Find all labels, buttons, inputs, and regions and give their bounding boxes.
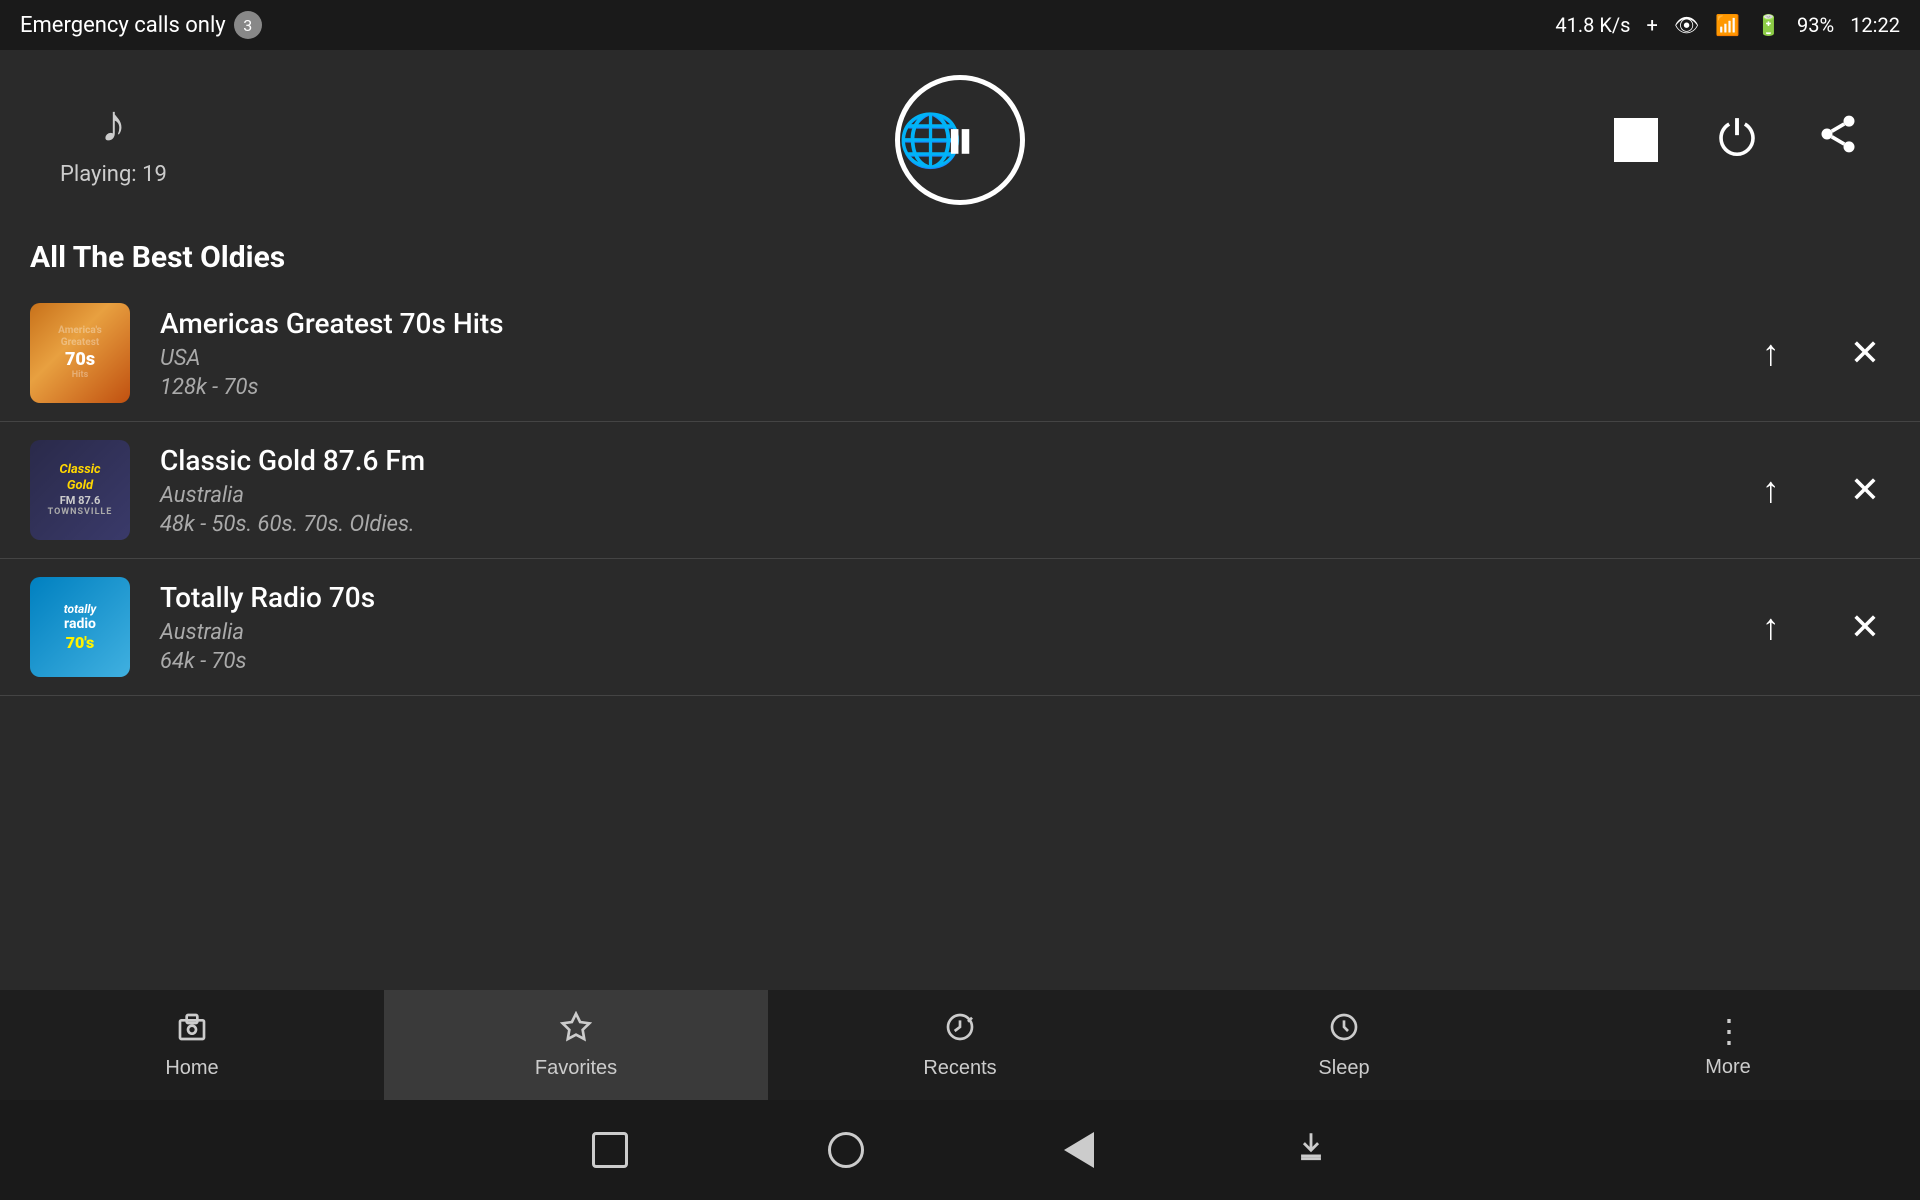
station-actions: ↑ ✕	[1752, 596, 1890, 658]
top-controls-bar: ♪ Playing: 19 🌐 ⏸ ⏻	[0, 50, 1920, 230]
status-right-icons: 41.8 K/s + 👁 📶 🔋 93% 12:22	[1555, 13, 1900, 37]
top-center-controls: ⏸	[895, 75, 1025, 205]
radio-list: America's Greatest 70s Hits Americas Gre…	[0, 285, 1920, 696]
upload-button[interactable]: ↑	[1752, 596, 1790, 658]
nav-item-recents[interactable]: Recents	[768, 990, 1152, 1100]
station-thumbnail: America's Greatest 70s Hits	[30, 303, 130, 403]
more-icon: ⋮	[1713, 1012, 1743, 1050]
top-left-controls: ♪ Playing: 19	[60, 93, 167, 187]
station-info: Americas Greatest 70s Hits USA 128k - 70…	[160, 307, 1732, 400]
emergency-text: Emergency calls only 3	[20, 11, 262, 39]
station-name: Americas Greatest 70s Hits	[160, 307, 1732, 340]
share-icon	[1816, 112, 1860, 168]
recent-apps-button[interactable]	[592, 1132, 628, 1168]
battery-icon: 🔋	[1756, 13, 1781, 37]
pause-button[interactable]: ⏸	[895, 75, 1025, 205]
bottom-navigation: Home Favorites Recents Sleep	[0, 990, 1920, 1100]
playing-label: Playing: 19	[60, 162, 167, 187]
close-icon: ✕	[1850, 332, 1880, 374]
upload-icon: ↑	[1762, 332, 1780, 374]
upload-button[interactable]: ↑	[1752, 322, 1790, 384]
circle-icon	[828, 1132, 864, 1168]
home-button[interactable]	[828, 1132, 864, 1168]
music-icon: ♪	[100, 93, 126, 154]
station-info: Classic Gold 87.6 Fm Australia 48k - 50s…	[160, 444, 1732, 537]
nav-item-more[interactable]: ⋮ More	[1536, 990, 1920, 1100]
back-button[interactable]	[1064, 1132, 1094, 1168]
radio-item[interactable]: America's Greatest 70s Hits Americas Gre…	[0, 285, 1920, 422]
close-icon: ✕	[1850, 469, 1880, 511]
visibility-icon: 👁	[1674, 13, 1699, 37]
time-display: 12:22	[1850, 13, 1900, 37]
stop-button[interactable]	[1614, 118, 1658, 162]
home-icon	[176, 1011, 208, 1051]
station-name: Classic Gold 87.6 Fm	[160, 444, 1732, 477]
nav-item-favorites[interactable]: Favorites	[384, 990, 768, 1100]
station-meta: 48k - 50s. 60s. 70s. Oldies.	[160, 512, 1732, 537]
nav-item-sleep[interactable]: Sleep	[1152, 990, 1536, 1100]
nav-label-recents: Recents	[923, 1057, 996, 1080]
power-button[interactable]: ⏻	[1718, 112, 1756, 168]
remove-button[interactable]: ✕	[1840, 322, 1890, 384]
section-header: All The Best Oldies	[0, 230, 1920, 285]
download-button[interactable]	[1294, 1129, 1328, 1171]
nav-label-home: Home	[165, 1057, 218, 1080]
square-icon	[592, 1132, 628, 1168]
android-navigation-bar	[0, 1100, 1920, 1200]
share-button[interactable]	[1816, 112, 1860, 168]
notification-badge: 3	[234, 11, 262, 39]
status-bar: Emergency calls only 3 41.8 K/s + 👁 📶 🔋 …	[0, 0, 1920, 50]
stop-icon	[1614, 118, 1658, 162]
power-icon: ⏻	[1718, 112, 1756, 168]
station-country: Australia	[160, 620, 1732, 645]
station-meta: 64k - 70s	[160, 649, 1732, 674]
upload-icon: ↑	[1762, 469, 1780, 511]
nav-label-sleep: Sleep	[1318, 1057, 1369, 1080]
station-actions: ↑ ✕	[1752, 322, 1890, 384]
top-right-controls: ⏻	[1614, 112, 1860, 168]
data-speed: 41.8 K/s	[1555, 13, 1630, 37]
favorites-icon	[560, 1011, 592, 1051]
remove-button[interactable]: ✕	[1840, 596, 1890, 658]
station-country: USA	[160, 346, 1732, 371]
station-info: Totally Radio 70s Australia 64k - 70s	[160, 581, 1732, 674]
close-icon: ✕	[1850, 606, 1880, 648]
radio-item[interactable]: Classic Gold FM 87.6 TOWNSVILLE Classic …	[0, 422, 1920, 559]
upload-icon: ↑	[1762, 606, 1780, 648]
remove-button[interactable]: ✕	[1840, 459, 1890, 521]
sleep-icon	[1328, 1011, 1360, 1051]
radio-item[interactable]: totally radio 70's Totally Radio 70s Aus…	[0, 559, 1920, 696]
station-thumbnail: Classic Gold FM 87.6 TOWNSVILLE	[30, 440, 130, 540]
station-country: Australia	[160, 483, 1732, 508]
wifi-icon: 📶	[1715, 13, 1740, 37]
station-meta: 128k - 70s	[160, 375, 1732, 400]
bluetooth-icon: +	[1646, 13, 1657, 37]
station-actions: ↑ ✕	[1752, 459, 1890, 521]
download-icon	[1294, 1129, 1328, 1171]
pause-icon: ⏸	[945, 110, 975, 170]
nav-label-favorites: Favorites	[535, 1057, 617, 1080]
upload-button[interactable]: ↑	[1752, 459, 1790, 521]
station-thumbnail: totally radio 70's	[30, 577, 130, 677]
nav-item-home[interactable]: Home	[0, 990, 384, 1100]
station-name: Totally Radio 70s	[160, 581, 1732, 614]
recents-icon	[944, 1011, 976, 1051]
nav-label-more: More	[1705, 1056, 1751, 1079]
battery-percent: 93%	[1797, 13, 1834, 37]
back-icon	[1064, 1132, 1094, 1168]
